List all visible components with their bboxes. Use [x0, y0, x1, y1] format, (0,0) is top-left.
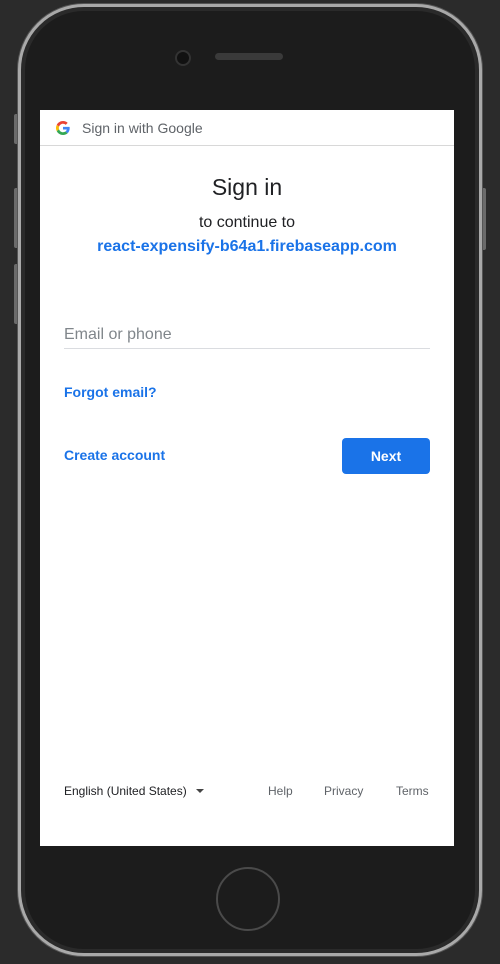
subtitle: to continue to	[198, 214, 296, 231]
footer: English (United States) Help Privacy Ter…	[40, 784, 454, 800]
email-field[interactable]	[64, 322, 430, 349]
device-stage: Sign in with Google Sign in to continue …	[0, 0, 500, 964]
home-button[interactable]	[216, 867, 280, 931]
privacy-link[interactable]: Privacy	[324, 784, 363, 798]
language-selector[interactable]: English (United States)	[64, 784, 204, 798]
page-title: Sign in	[211, 174, 283, 200]
speaker-grille	[215, 53, 283, 60]
next-button[interactable]: Next	[342, 438, 430, 474]
terms-link[interactable]: Terms	[396, 784, 429, 798]
site-link[interactable]: react-expensify-b64a1.firebaseapp.com	[40, 238, 454, 256]
sign-in-header: Sign in with Google	[40, 110, 454, 146]
language-label: English (United States)	[64, 784, 187, 798]
help-link[interactable]: Help	[268, 784, 293, 798]
phone-screen: Sign in with Google Sign in to continue …	[40, 110, 454, 846]
google-g-icon	[56, 120, 70, 135]
forgot-email-link[interactable]: Forgot email?	[64, 384, 157, 400]
create-account-link[interactable]: Create account	[64, 447, 165, 463]
header-label: Sign in with Google	[82, 119, 203, 136]
camera-icon	[175, 50, 191, 66]
caret-down-icon	[195, 789, 204, 793]
